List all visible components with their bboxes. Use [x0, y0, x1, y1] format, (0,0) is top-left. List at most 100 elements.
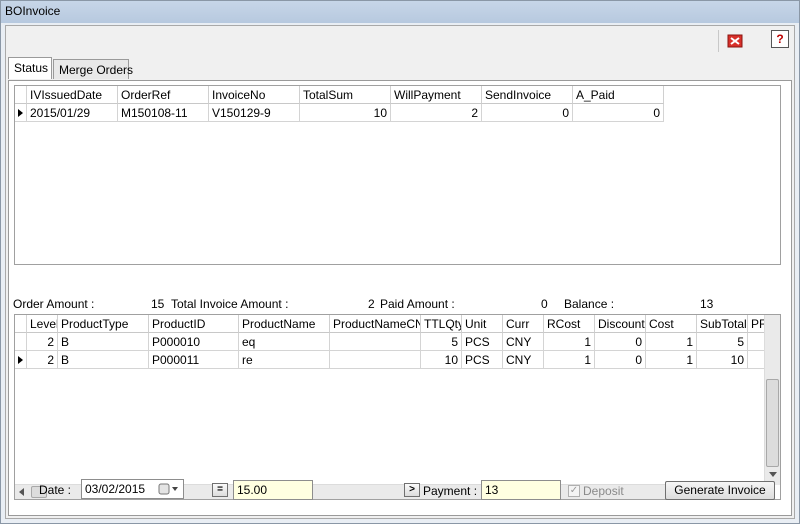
col-productname[interactable]: ProductName: [239, 315, 330, 333]
paid-amount-value: 0: [541, 297, 548, 311]
row-selector[interactable]: [15, 351, 27, 369]
col-unit[interactable]: Unit: [462, 315, 503, 333]
tab-merge-orders[interactable]: Merge Orders: [53, 59, 133, 79]
col-totalsum[interactable]: TotalSum: [300, 86, 391, 104]
invoice-grid-header: IVIssuedDate OrderRef InvoiceNo TotalSum…: [15, 86, 780, 104]
cell-productid[interactable]: P000011: [149, 351, 239, 369]
cell-curr[interactable]: CNY: [503, 333, 544, 351]
cell-rcost[interactable]: 1: [544, 333, 595, 351]
current-row-arrow-icon: [18, 109, 23, 117]
cell-discount[interactable]: 0: [595, 333, 646, 351]
amount-input[interactable]: 15.00: [233, 480, 313, 500]
order-amount-value: 15: [151, 297, 165, 311]
cell-willpayment[interactable]: 2: [391, 104, 482, 122]
cell-productname[interactable]: re: [239, 351, 330, 369]
window-title: BOInvoice: [5, 4, 61, 18]
col-subtotal[interactable]: SubTotal: [697, 315, 748, 333]
summary-bar: Order Amount : 15 Total Invoice Amount :…: [13, 297, 793, 313]
product-grid-header: Level ProductType ProductID ProductName …: [15, 315, 766, 333]
invoice-grid: IVIssuedDate OrderRef InvoiceNo TotalSum…: [14, 85, 781, 265]
cell-subtotal[interactable]: 10: [697, 351, 748, 369]
cell-cost[interactable]: 1: [646, 351, 697, 369]
generate-invoice-button[interactable]: Generate Invoice: [665, 481, 775, 500]
cell-ivissueddate[interactable]: 2015/01/29: [27, 104, 118, 122]
scroll-down-arrow-icon[interactable]: [769, 472, 777, 478]
col-ttlqty[interactable]: TTLQty: [421, 315, 462, 333]
cell-unit[interactable]: PCS: [462, 351, 503, 369]
cell-ttlqty[interactable]: 5: [421, 333, 462, 351]
toolbar-separator: [718, 30, 719, 52]
cell-a-paid[interactable]: 0: [573, 104, 664, 122]
col-discount[interactable]: Discount: [595, 315, 646, 333]
cell-cost[interactable]: 1: [646, 333, 697, 351]
dialog-body: ? Status Merge Orders IVIssuedDate Order…: [5, 25, 795, 519]
cell-orderref[interactable]: M150108-11: [118, 104, 209, 122]
cell-subtotal[interactable]: 5: [697, 333, 748, 351]
cell-level[interactable]: 2: [27, 351, 58, 369]
toolbar: ?: [6, 26, 794, 56]
cell-productnamecn[interactable]: [330, 351, 421, 369]
cell-ttlqty[interactable]: 10: [421, 351, 462, 369]
payment-label: Payment :: [423, 484, 478, 498]
cell-producttype[interactable]: B: [58, 333, 149, 351]
close-button[interactable]: [727, 33, 745, 51]
product-grid-vertical-scrollbar[interactable]: [764, 315, 780, 485]
current-row-arrow-icon: [18, 356, 23, 364]
cell-productid[interactable]: P000010: [149, 333, 239, 351]
col-producttype[interactable]: ProductType: [58, 315, 149, 333]
col-willpayment[interactable]: WillPayment: [391, 86, 482, 104]
col-productnamecn[interactable]: ProductNameCN: [330, 315, 421, 333]
cell-rcost[interactable]: 1: [544, 351, 595, 369]
help-button[interactable]: ?: [771, 30, 789, 48]
col-curr[interactable]: Curr: [503, 315, 544, 333]
cell-invoiceno[interactable]: V150129-9: [209, 104, 300, 122]
vertical-scroll-thumb[interactable]: [766, 379, 779, 467]
table-row[interactable]: 2 B P000011 re 10 PCS CNY 1 0 1 10: [15, 351, 766, 369]
cell-sendinvoice[interactable]: 0: [482, 104, 573, 122]
tab-status[interactable]: Status: [8, 57, 52, 79]
payment-fill-button[interactable]: >: [404, 483, 420, 497]
equals-button[interactable]: =: [212, 483, 228, 497]
status-tab-panel: IVIssuedDate OrderRef InvoiceNo TotalSum…: [8, 80, 792, 516]
title-bar[interactable]: BOInvoice: [1, 1, 799, 23]
payment-input[interactable]: 13: [481, 480, 561, 500]
total-invoice-value: 2: [368, 297, 375, 311]
cell-level[interactable]: 2: [27, 333, 58, 351]
total-invoice-label: Total Invoice Amount :: [171, 297, 289, 311]
row-selector[interactable]: [15, 104, 27, 122]
table-row[interactable]: 2015/01/29 M150108-11 V150129-9 10 2 0 0: [15, 104, 780, 122]
row-selector[interactable]: [15, 333, 27, 351]
header-corner: [15, 86, 27, 104]
table-row[interactable]: 2 B P000010 eq 5 PCS CNY 1 0 1 5: [15, 333, 766, 351]
product-grid: Level ProductType ProductID ProductName …: [14, 314, 781, 500]
cell-unit[interactable]: PCS: [462, 333, 503, 351]
col-invoiceno[interactable]: InvoiceNo: [209, 86, 300, 104]
cell-discount[interactable]: 0: [595, 351, 646, 369]
date-value: 03/02/2015: [85, 482, 146, 496]
balance-label: Balance :: [564, 297, 615, 311]
col-a-paid[interactable]: A_Paid: [573, 86, 664, 104]
col-orderref[interactable]: OrderRef: [118, 86, 209, 104]
col-level[interactable]: Level: [27, 315, 58, 333]
cell-totalsum[interactable]: 10: [300, 104, 391, 122]
header-corner: [15, 315, 27, 333]
balance-value: 13: [700, 297, 714, 311]
cell-curr[interactable]: CNY: [503, 351, 544, 369]
cell-producttype[interactable]: B: [58, 351, 149, 369]
col-sendinvoice[interactable]: SendInvoice: [482, 86, 573, 104]
col-ivissueddate[interactable]: IVIssuedDate: [27, 86, 118, 104]
calendar-dropdown-icon[interactable]: [158, 483, 180, 495]
deposit-checkbox[interactable]: ✓: [568, 485, 580, 497]
scroll-left-arrow-icon[interactable]: [19, 488, 25, 496]
cell-productname[interactable]: eq: [239, 333, 330, 351]
col-cost[interactable]: Cost: [646, 315, 697, 333]
paid-amount-label: Paid Amount :: [380, 297, 455, 311]
date-label: Date :: [39, 483, 72, 497]
check-mark-icon: ✓: [569, 485, 579, 496]
col-productid[interactable]: ProductID: [149, 315, 239, 333]
cell-productnamecn[interactable]: [330, 333, 421, 351]
bo-invoice-window: BOInvoice ? Status Merge Orders IVIssued…: [0, 0, 800, 524]
close-icon: [727, 34, 743, 48]
col-rcost[interactable]: RCost: [544, 315, 595, 333]
date-picker[interactable]: 03/02/2015: [81, 479, 184, 499]
